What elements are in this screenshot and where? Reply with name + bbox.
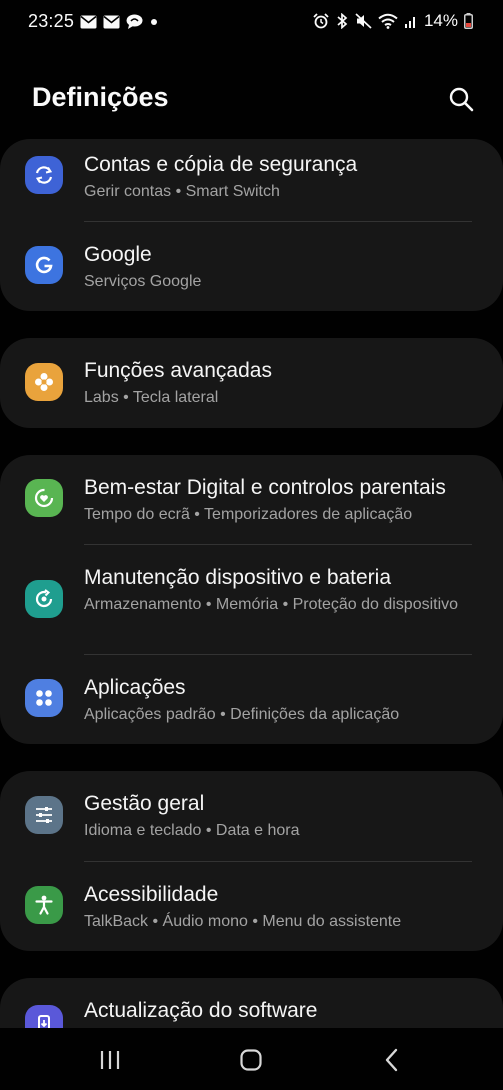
item-title: Manutenção dispositivo e bateria	[84, 566, 392, 589]
settings-item-device-care[interactable]: Manutenção dispositivo e bateria Armazen…	[0, 545, 503, 655]
item-title: Actualização do software	[84, 999, 318, 1022]
item-subtitle: TalkBack • Áudio mono • Menu do assisten…	[84, 913, 402, 930]
status-bar: 23:25 14%	[0, 0, 503, 44]
mail-icon	[103, 15, 120, 29]
home-icon	[240, 1049, 262, 1071]
mute-icon	[355, 13, 372, 29]
settings-item-accessibility[interactable]: Acessibilidade TalkBack • Áudio mono • M…	[0, 862, 503, 951]
puzzle-gear-icon	[25, 363, 63, 401]
item-title: Aplicações	[84, 676, 186, 699]
item-subtitle: Labs • Tecla lateral	[84, 389, 219, 406]
item-subtitle: Tempo do ecrã • Temporizadores de aplica…	[84, 506, 413, 523]
settings-item-apps[interactable]: Aplicações Aplicações padrão • Definiçõe…	[0, 655, 503, 744]
apps-grid-icon	[25, 679, 63, 717]
sync-icon	[25, 156, 63, 194]
alarm-icon	[313, 13, 329, 29]
bluetooth-icon	[335, 13, 349, 29]
item-subtitle: Serviços Google	[84, 273, 202, 290]
item-title: Google	[84, 243, 152, 266]
settings-card-general: Gestão geral Idioma e teclado • Data e h…	[0, 771, 503, 951]
item-subtitle: Gerir contas • Smart Switch	[84, 183, 280, 200]
item-title: Gestão geral	[84, 792, 205, 815]
settings-card-accounts: Contas e cópia de segurança Gerir contas…	[0, 139, 503, 311]
recent-apps-icon	[100, 1051, 120, 1069]
settings-card-advanced: Funções avançadas Labs • Tecla lateral	[0, 338, 503, 428]
back-button[interactable]	[372, 1045, 412, 1075]
home-button[interactable]	[231, 1045, 271, 1075]
item-title: Contas e cópia de segurança	[84, 153, 358, 176]
settings-item-accounts-backup[interactable]: Contas e cópia de segurança Gerir contas…	[0, 139, 503, 222]
settings-item-digital-wellbeing[interactable]: Bem-estar Digital e controlos parentais …	[0, 455, 503, 545]
item-title: Acessibilidade	[84, 883, 219, 906]
dot-icon	[149, 17, 159, 27]
google-icon	[25, 246, 63, 284]
item-title: Bem-estar Digital e controlos parentais	[84, 476, 446, 499]
signal-icon	[404, 14, 418, 29]
wifi-icon	[378, 13, 398, 29]
accessibility-icon	[25, 886, 63, 924]
item-subtitle: Aplicações padrão • Definições da aplica…	[84, 706, 400, 723]
settings-card-wellbeing: Bem-estar Digital e controlos parentais …	[0, 455, 503, 744]
heart-circle-icon	[25, 479, 63, 517]
sliders-icon	[25, 796, 63, 834]
settings-item-google[interactable]: Google Serviços Google	[0, 222, 503, 311]
battery-low-icon	[464, 13, 473, 29]
search-icon	[449, 87, 474, 112]
item-title: Funções avançadas	[84, 359, 272, 382]
chat-bubble-icon	[126, 14, 143, 29]
battery-percentage: 14%	[423, 11, 458, 30]
mail-icon	[80, 15, 97, 29]
back-icon	[385, 1048, 398, 1072]
recent-apps-button[interactable]	[90, 1045, 130, 1075]
item-subtitle: Armazenamento • Memória • Proteção do di…	[84, 596, 459, 613]
settings-item-advanced-features[interactable]: Funções avançadas Labs • Tecla lateral	[0, 338, 503, 428]
navigation-bar	[0, 1028, 503, 1090]
page-title: Definições	[32, 82, 169, 112]
settings-item-general-management[interactable]: Gestão geral Idioma e teclado • Data e h…	[0, 771, 503, 861]
refresh-circle-icon	[25, 580, 63, 618]
search-button[interactable]	[442, 80, 480, 118]
item-subtitle: Idioma e teclado • Data e hora	[84, 822, 300, 839]
status-time: 23:25	[28, 11, 75, 31]
